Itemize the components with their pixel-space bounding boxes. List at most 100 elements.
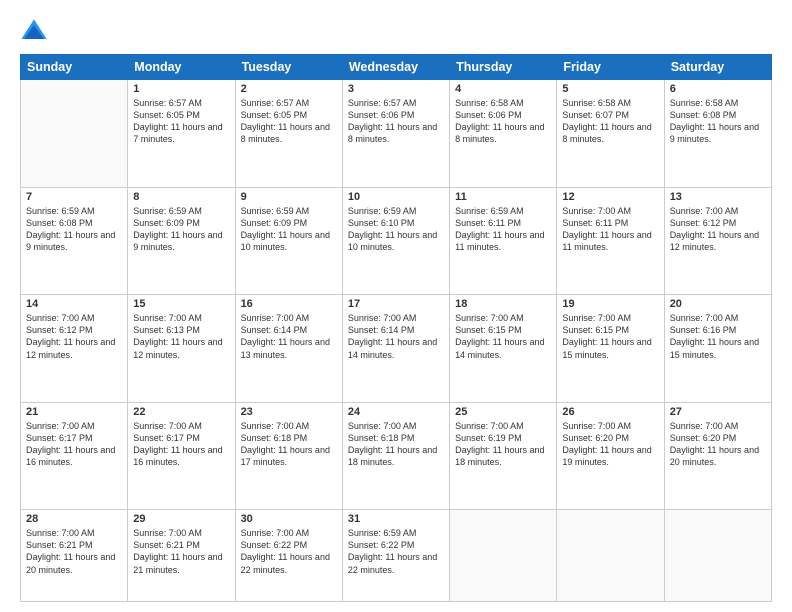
day-cell: 4 Sunrise: 6:58 AMSunset: 6:06 PMDaylight… (450, 80, 557, 188)
day-number: 24 (348, 406, 444, 418)
day-info: Sunrise: 6:59 AMSunset: 6:22 PMDaylight:… (348, 527, 444, 576)
day-number: 28 (26, 513, 122, 525)
day-number: 17 (348, 298, 444, 310)
day-number: 5 (562, 83, 658, 95)
day-cell: 12 Sunrise: 7:00 AMSunset: 6:11 PMDayligh… (557, 187, 664, 295)
day-cell: 15 Sunrise: 7:00 AMSunset: 6:13 PMDayligh… (128, 295, 235, 403)
day-info: Sunrise: 7:00 AMSunset: 6:21 PMDaylight:… (26, 527, 122, 576)
day-info: Sunrise: 6:59 AMSunset: 6:11 PMDaylight:… (455, 205, 551, 254)
day-number: 27 (670, 406, 766, 418)
day-info: Sunrise: 7:00 AMSunset: 6:12 PMDaylight:… (26, 312, 122, 361)
day-cell (557, 510, 664, 602)
day-number: 29 (133, 513, 229, 525)
week-row-2: 14 Sunrise: 7:00 AMSunset: 6:12 PMDayligh… (21, 295, 772, 403)
day-info: Sunrise: 6:57 AMSunset: 6:05 PMDaylight:… (133, 97, 229, 146)
day-info: Sunrise: 6:59 AMSunset: 6:08 PMDaylight:… (26, 205, 122, 254)
day-number: 22 (133, 406, 229, 418)
day-cell: 25Sunrise: 7:00 AMSunset: 6:19 PMDayligh… (450, 402, 557, 510)
day-cell: 20 Sunrise: 7:00 AMSunset: 6:16 PMDayligh… (664, 295, 771, 403)
day-cell (21, 80, 128, 188)
weekday-header-friday: Friday (557, 55, 664, 80)
day-number: 11 (455, 191, 551, 203)
day-cell: 24 Sunrise: 7:00 AMSunset: 6:18 PMDayligh… (342, 402, 449, 510)
day-number: 6 (670, 83, 766, 95)
day-cell: 13 Sunrise: 7:00 AMSunset: 6:12 PMDayligh… (664, 187, 771, 295)
day-info: Sunrise: 6:59 AMSunset: 6:10 PMDaylight:… (348, 205, 444, 254)
day-info: Sunrise: 6:58 AMSunset: 6:06 PMDaylight:… (455, 97, 551, 146)
weekday-header-tuesday: Tuesday (235, 55, 342, 80)
day-number: 23 (241, 406, 337, 418)
day-cell: 14 Sunrise: 7:00 AMSunset: 6:12 PMDayligh… (21, 295, 128, 403)
day-info: Sunrise: 7:00 AMSunset: 6:13 PMDaylight:… (133, 312, 229, 361)
day-cell: 17 Sunrise: 7:00 AMSunset: 6:14 PMDayligh… (342, 295, 449, 403)
day-cell: 6 Sunrise: 6:58 AMSunset: 6:08 PMDaylight… (664, 80, 771, 188)
day-info: Sunrise: 7:00 AMSunset: 6:21 PMDaylight:… (133, 527, 229, 576)
day-info: Sunrise: 6:57 AMSunset: 6:06 PMDaylight:… (348, 97, 444, 146)
day-cell: 27Sunrise: 7:00 AMSunset: 6:20 PMDayligh… (664, 402, 771, 510)
day-info: Sunrise: 7:00 AMSunset: 6:16 PMDaylight:… (670, 312, 766, 361)
day-number: 10 (348, 191, 444, 203)
day-number: 20 (670, 298, 766, 310)
day-number: 7 (26, 191, 122, 203)
day-cell: 26Sunrise: 7:00 AMSunset: 6:20 PMDayligh… (557, 402, 664, 510)
header (20, 18, 772, 46)
day-number: 16 (241, 298, 337, 310)
day-number: 15 (133, 298, 229, 310)
week-row-3: 21Sunrise: 7:00 AMSunset: 6:17 PMDayligh… (21, 402, 772, 510)
day-info: Sunrise: 6:57 AMSunset: 6:05 PMDaylight:… (241, 97, 337, 146)
day-info: Sunrise: 7:00 AMSunset: 6:15 PMDaylight:… (455, 312, 551, 361)
day-number: 9 (241, 191, 337, 203)
day-number: 8 (133, 191, 229, 203)
day-info: Sunrise: 6:59 AMSunset: 6:09 PMDaylight:… (241, 205, 337, 254)
weekday-header-monday: Monday (128, 55, 235, 80)
day-cell: 31Sunrise: 6:59 AMSunset: 6:22 PMDayligh… (342, 510, 449, 602)
day-number: 19 (562, 298, 658, 310)
day-info: Sunrise: 7:00 AMSunset: 6:20 PMDaylight:… (562, 420, 658, 469)
day-number: 2 (241, 83, 337, 95)
day-info: Sunrise: 6:59 AMSunset: 6:09 PMDaylight:… (133, 205, 229, 254)
day-cell: 2 Sunrise: 6:57 AMSunset: 6:05 PMDaylight… (235, 80, 342, 188)
weekday-header-thursday: Thursday (450, 55, 557, 80)
day-info: Sunrise: 7:00 AMSunset: 6:14 PMDaylight:… (241, 312, 337, 361)
day-cell: 21Sunrise: 7:00 AMSunset: 6:17 PMDayligh… (21, 402, 128, 510)
day-cell: 7 Sunrise: 6:59 AMSunset: 6:08 PMDaylight… (21, 187, 128, 295)
day-info: Sunrise: 7:00 AMSunset: 6:14 PMDaylight:… (348, 312, 444, 361)
day-number: 30 (241, 513, 337, 525)
day-number: 25 (455, 406, 551, 418)
day-info: Sunrise: 7:00 AMSunset: 6:22 PMDaylight:… (241, 527, 337, 576)
day-cell: 9 Sunrise: 6:59 AMSunset: 6:09 PMDaylight… (235, 187, 342, 295)
day-info: Sunrise: 7:00 AMSunset: 6:12 PMDaylight:… (670, 205, 766, 254)
day-number: 12 (562, 191, 658, 203)
day-number: 14 (26, 298, 122, 310)
day-number: 13 (670, 191, 766, 203)
day-number: 4 (455, 83, 551, 95)
day-cell: 3 Sunrise: 6:57 AMSunset: 6:06 PMDaylight… (342, 80, 449, 188)
day-cell: 29 Sunrise: 7:00 AMSunset: 6:21 PMDayligh… (128, 510, 235, 602)
week-row-4: 28 Sunrise: 7:00 AMSunset: 6:21 PMDayligh… (21, 510, 772, 602)
week-row-0: 1 Sunrise: 6:57 AMSunset: 6:05 PMDaylight… (21, 80, 772, 188)
weekday-header-row: SundayMondayTuesdayWednesdayThursdayFrid… (21, 55, 772, 80)
day-cell: 11 Sunrise: 6:59 AMSunset: 6:11 PMDayligh… (450, 187, 557, 295)
day-info: Sunrise: 7:00 AMSunset: 6:18 PMDaylight:… (348, 420, 444, 469)
day-info: Sunrise: 6:58 AMSunset: 6:08 PMDaylight:… (670, 97, 766, 146)
day-number: 3 (348, 83, 444, 95)
day-cell: 10 Sunrise: 6:59 AMSunset: 6:10 PMDayligh… (342, 187, 449, 295)
day-info: Sunrise: 6:58 AMSunset: 6:07 PMDaylight:… (562, 97, 658, 146)
day-number: 18 (455, 298, 551, 310)
day-cell: 22 Sunrise: 7:00 AMSunset: 6:17 PMDayligh… (128, 402, 235, 510)
weekday-header-wednesday: Wednesday (342, 55, 449, 80)
day-info: Sunrise: 7:00 AMSunset: 6:17 PMDaylight:… (133, 420, 229, 469)
page: SundayMondayTuesdayWednesdayThursdayFrid… (0, 0, 792, 612)
day-cell: 19 Sunrise: 7:00 AMSunset: 6:15 PMDayligh… (557, 295, 664, 403)
day-info: Sunrise: 7:00 AMSunset: 6:17 PMDaylight:… (26, 420, 122, 469)
calendar-table: SundayMondayTuesdayWednesdayThursdayFrid… (20, 54, 772, 602)
day-cell: 1 Sunrise: 6:57 AMSunset: 6:05 PMDaylight… (128, 80, 235, 188)
day-cell: 16 Sunrise: 7:00 AMSunset: 6:14 PMDayligh… (235, 295, 342, 403)
day-info: Sunrise: 7:00 AMSunset: 6:15 PMDaylight:… (562, 312, 658, 361)
day-info: Sunrise: 7:00 AMSunset: 6:11 PMDaylight:… (562, 205, 658, 254)
week-row-1: 7 Sunrise: 6:59 AMSunset: 6:08 PMDaylight… (21, 187, 772, 295)
day-cell: 28 Sunrise: 7:00 AMSunset: 6:21 PMDayligh… (21, 510, 128, 602)
weekday-header-saturday: Saturday (664, 55, 771, 80)
day-cell: 5 Sunrise: 6:58 AMSunset: 6:07 PMDaylight… (557, 80, 664, 188)
day-number: 1 (133, 83, 229, 95)
